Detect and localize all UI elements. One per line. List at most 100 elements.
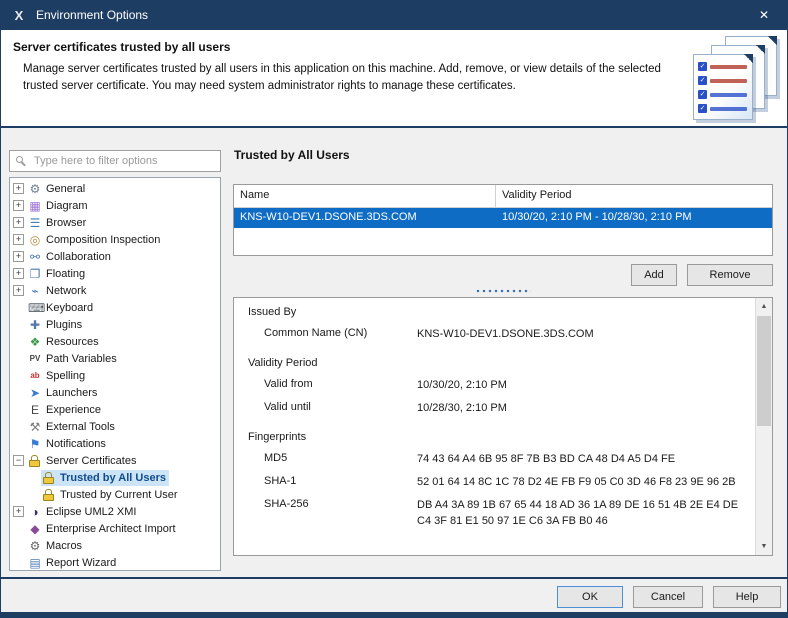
expand-icon[interactable]: + <box>13 200 24 211</box>
tree-item-external-tools[interactable]: ⚒ External Tools <box>10 418 220 435</box>
detail-value: 10/28/30, 2:10 PM <box>417 401 755 417</box>
window-title: Environment Options <box>36 8 148 22</box>
detail-label: Common Name (CN) <box>264 327 417 343</box>
tree-item-general[interactable]: + ⚙ General <box>10 180 220 197</box>
tree-item-path-variables[interactable]: PV Path Variables <box>10 350 220 367</box>
tree-item-composition-inspection[interactable]: + ◎ Composition Inspection <box>10 231 220 248</box>
tree-item-label: Report Wizard <box>46 557 116 569</box>
expand-icon[interactable]: + <box>13 234 24 245</box>
lock-icon <box>28 454 42 468</box>
tree-item-label: Trusted by All Users <box>60 472 166 484</box>
filter-input[interactable] <box>9 150 221 172</box>
table-row[interactable]: KNS-W10-DEV1.DSONE.3DS.COM 10/30/20, 2:1… <box>234 208 772 228</box>
tree-item-launchers[interactable]: ➤ Launchers <box>10 384 220 401</box>
scroll-up-icon[interactable]: ▲ <box>756 298 772 315</box>
detail-row: Common Name (CN) KNS-W10-DEV1.DSONE.3DS.… <box>248 327 755 343</box>
details-scrollbar[interactable]: ▲ ▼ <box>755 298 772 555</box>
diagram-icon: ▦ <box>28 199 42 213</box>
certificate-details-content: Issued By Common Name (CN) KNS-W10-DEV1.… <box>234 298 755 555</box>
tree-item-eclipse-uml2-xmi[interactable]: + ◑ Eclipse UML2 XMI <box>10 503 220 520</box>
detail-label: SHA-256 <box>264 498 417 530</box>
tree-item-trusted-by-all-users[interactable]: Trusted by All Users <box>10 469 220 486</box>
tree-item-label: Eclipse UML2 XMI <box>46 506 136 518</box>
close-button[interactable]: ✕ <box>741 0 787 30</box>
tree-item-label: Diagram <box>46 200 88 212</box>
tree-item-label: Notifications <box>46 438 106 450</box>
tree-item-network[interactable]: + ⌁ Network <box>10 282 220 299</box>
details-splitter[interactable] <box>233 287 773 294</box>
tree-item-diagram[interactable]: + ▦ Diagram <box>10 197 220 214</box>
resources-icon: ❖ <box>28 335 42 349</box>
general-icon: ⚙ <box>28 182 42 196</box>
tree-item-keyboard[interactable]: ⌨ Keyboard <box>10 299 220 316</box>
footer-divider <box>1 577 787 579</box>
cell-validity: 10/30/20, 2:10 PM - 10/28/30, 2:10 PM <box>496 208 772 228</box>
tree-item-macros[interactable]: ⚙ Macros <box>10 537 220 554</box>
tree-item-label: Resources <box>46 336 99 348</box>
scrollbar-thumb[interactable] <box>757 316 771 426</box>
environment-options-dialog: X Environment Options ✕ Server certifica… <box>0 0 788 618</box>
tree-item-label: Path Variables <box>46 353 117 365</box>
tree-item-resources[interactable]: ❖ Resources <box>10 333 220 350</box>
column-header-name[interactable]: Name <box>234 185 496 207</box>
table-body: KNS-W10-DEV1.DSONE.3DS.COM 10/30/20, 2:1… <box>234 208 772 228</box>
checkbox-icon: ✓ <box>698 62 707 71</box>
detail-row: SHA-256 DB A4 3A 89 1B 67 65 44 18 AD 36… <box>248 498 755 530</box>
notifications-icon: ⚑ <box>28 437 42 451</box>
browser-icon: ☰ <box>28 216 42 230</box>
cell-name: KNS-W10-DEV1.DSONE.3DS.COM <box>234 208 496 228</box>
tree-item-label: Macros <box>46 540 82 552</box>
tree-item-label: Network <box>46 285 86 297</box>
tree-item-collaboration[interactable]: + ⚯ Collaboration <box>10 248 220 265</box>
detail-label: Valid from <box>264 378 417 394</box>
remove-button[interactable]: Remove <box>687 264 773 286</box>
tree-item-label: Trusted by Current User <box>60 489 178 501</box>
detail-section-issued-by: Issued By Common Name (CN) KNS-W10-DEV1.… <box>248 305 755 343</box>
network-icon: ⌁ <box>28 284 42 298</box>
expand-icon[interactable]: + <box>13 251 24 262</box>
detail-row: Valid from 10/30/20, 2:10 PM <box>248 378 755 394</box>
collapse-icon[interactable]: − <box>13 455 24 466</box>
checkbox-icon: ✓ <box>698 76 707 85</box>
splitter-grip-icon <box>475 289 531 293</box>
detail-section-validity-period: Validity Period Valid from 10/30/20, 2:1… <box>248 356 755 417</box>
text-line <box>710 79 747 83</box>
detail-label: SHA-1 <box>264 475 417 491</box>
tree-item-enterprise-architect-import[interactable]: ◆ Enterprise Architect Import <box>10 520 220 537</box>
detail-section-fingerprints: Fingerprints MD5 74 43 64 A4 6B 95 8F 7B… <box>248 430 755 530</box>
certificate-row: ✓ <box>698 76 747 85</box>
checkbox-icon: ✓ <box>698 104 707 113</box>
detail-value: 10/30/20, 2:10 PM <box>417 378 755 394</box>
titlebar[interactable]: X Environment Options ✕ <box>1 0 787 30</box>
tree-item-label: External Tools <box>46 421 115 433</box>
table-header: Name Validity Period <box>234 185 772 208</box>
expand-icon[interactable]: + <box>13 217 24 228</box>
expand-icon[interactable]: + <box>13 506 24 517</box>
detail-label: Valid until <box>264 401 417 417</box>
expand-icon[interactable]: + <box>13 285 24 296</box>
expand-icon[interactable]: + <box>13 183 24 194</box>
tree-item-label: Keyboard <box>46 302 93 314</box>
tree-item-spelling[interactable]: ab Spelling <box>10 367 220 384</box>
tree-item-browser[interactable]: + ☰ Browser <box>10 214 220 231</box>
detail-row: SHA-1 52 01 64 14 8C 1C 78 D2 4E FB F9 0… <box>248 475 755 491</box>
eclipse-icon: ◑ <box>28 505 42 519</box>
detail-value: KNS-W10-DEV1.DSONE.3DS.COM <box>417 327 755 343</box>
detail-value: 52 01 64 14 8C 1C 78 D2 4E FB F9 05 C0 3… <box>417 475 755 491</box>
scroll-down-icon[interactable]: ▼ <box>756 538 772 555</box>
tree-item-notifications[interactable]: ⚑ Notifications <box>10 435 220 452</box>
app-logo-icon: X <box>11 8 27 23</box>
column-header-validity[interactable]: Validity Period <box>496 185 772 207</box>
tree-item-experience[interactable]: E Experience <box>10 401 220 418</box>
tree-item-floating[interactable]: + ❐ Floating <box>10 265 220 282</box>
expand-icon[interactable]: + <box>13 268 24 279</box>
tree-item-server-certificates[interactable]: − Server Certificates <box>10 452 220 469</box>
help-button[interactable]: Help <box>713 586 781 608</box>
tree-item-trusted-by-current-user[interactable]: Trusted by Current User <box>10 486 220 503</box>
cancel-button[interactable]: Cancel <box>633 586 703 608</box>
tree-item-plugins[interactable]: ✚ Plugins <box>10 316 220 333</box>
tree-item-label: Launchers <box>46 387 97 399</box>
ok-button[interactable]: OK <box>557 586 623 608</box>
tree-item-report-wizard[interactable]: ▤ Report Wizard <box>10 554 220 571</box>
add-button[interactable]: Add <box>631 264 677 286</box>
